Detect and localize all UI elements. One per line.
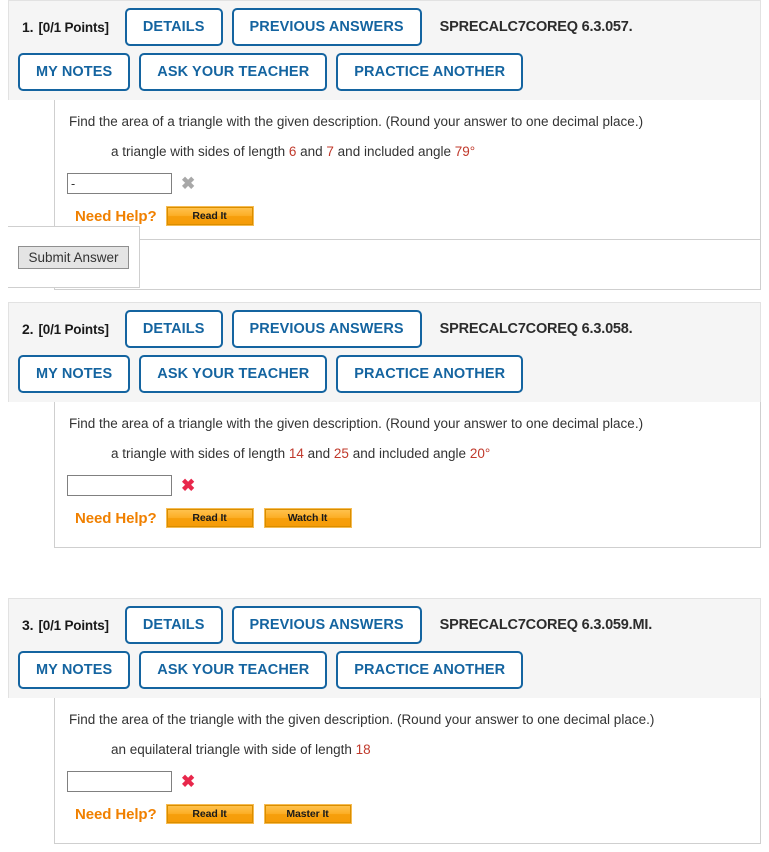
submit-box: Submit Answer — [8, 226, 140, 289]
assignment-page: 1. [0/1 Points] DETAILS PREVIOUS ANSWERS SPR… — [0, 0, 769, 845]
problem-text: an equilateral triangle with side of len… — [111, 741, 356, 757]
problem-text: a triangle with sides of length — [111, 143, 289, 159]
problem-text: and — [296, 143, 327, 159]
details-button[interactable]: DETAILS — [124, 8, 223, 46]
incorrect-x-icon: ✖ — [181, 772, 196, 792]
need-help-row: Need Help? Read It Watch It — [55, 496, 760, 529]
points-label: [0/1 Points] — [38, 321, 109, 337]
question-content: Find the area of the triangle with the g… — [54, 698, 761, 845]
problem-value: 7 — [326, 143, 334, 159]
need-help-label: Need Help? — [75, 207, 157, 225]
question-block: 2. [0/1 Points] DETAILS PREVIOUS ANSWERS SPR… — [0, 302, 769, 549]
question-code: SPRECALC7COREQ 6.3.058. — [439, 321, 633, 338]
practice-another-button[interactable]: PRACTICE ANOTHER — [336, 651, 524, 690]
answer-input[interactable] — [67, 771, 172, 793]
details-button[interactable]: DETAILS — [124, 310, 223, 349]
question-prompt: Find the area of a triangle with the giv… — [69, 416, 644, 432]
question-code: SPRECALC7COREQ 6.3.059.MI. — [439, 617, 653, 634]
question-header-row-primary: 1. [0/1 Points] DETAILS PREVIOUS ANSWERS SPR… — [9, 8, 760, 46]
practice-another-button[interactable]: PRACTICE ANOTHER — [336, 355, 524, 394]
incorrect-x-icon: ✖ — [181, 476, 196, 496]
question-sub-prompt: a triangle with sides of length 6 and 7 … — [55, 132, 760, 162]
question-number: 2. — [22, 321, 34, 338]
points-label: [0/1 Points] — [38, 19, 109, 35]
cleared-x-icon: ✖ — [181, 174, 196, 194]
answer-input[interactable] — [67, 475, 172, 497]
question-header-row-primary: 2. [0/1 Points] DETAILS PREVIOUS ANSWERS SPR… — [9, 310, 760, 349]
question-body: Find the area of the triangle with the g… — [8, 698, 761, 845]
problem-value: 79° — [454, 143, 476, 159]
question-block: 1. [0/1 Points] DETAILS PREVIOUS ANSWERS SPR… — [0, 0, 769, 291]
question-code: SPRECALC7COREQ 6.3.057. — [439, 19, 633, 35]
question-gutter — [8, 402, 54, 548]
question-prompt: Find the area of a triangle with the giv… — [69, 114, 644, 129]
ask-your-teacher-button[interactable]: ASK YOUR TEACHER — [139, 651, 328, 690]
read-it-button[interactable]: Read It — [165, 804, 254, 825]
content-bottom-padding — [55, 527, 760, 547]
answer-row: ✖ — [55, 161, 760, 195]
answer-row: ✖ — [55, 463, 760, 497]
ask-your-teacher-button[interactable]: ASK YOUR TEACHER — [139, 53, 328, 91]
question-header: 3. [0/1 Points] DETAILS PREVIOUS ANSWERS SPR… — [8, 598, 761, 699]
question-header: 2. [0/1 Points] DETAILS PREVIOUS ANSWERS SPR… — [8, 302, 761, 403]
question-header-row-secondary: MY NOTES ASK YOUR TEACHER PRACTICE ANOTHER — [9, 651, 760, 690]
previous-answers-button[interactable]: PREVIOUS ANSWERS — [231, 606, 422, 645]
previous-answers-button[interactable]: PREVIOUS ANSWERS — [231, 310, 422, 349]
question-body: Find the area of a triangle with the giv… — [8, 402, 761, 549]
problem-text: a triangle with sides of length — [111, 445, 289, 461]
question-block: 3. [0/1 Points] DETAILS PREVIOUS ANSWERS SPR… — [0, 598, 769, 845]
question-sub-prompt: an equilateral triangle with side of len… — [55, 730, 760, 760]
problem-text: and included angle — [348, 445, 470, 461]
ask-your-teacher-button[interactable]: ASK YOUR TEACHER — [139, 355, 328, 394]
problem-value: 18 — [355, 741, 371, 757]
watch-it-button[interactable]: Watch It — [263, 508, 352, 529]
question-content: Find the area of a triangle with the giv… — [54, 402, 761, 549]
question-number: 3. — [22, 617, 34, 634]
my-notes-button[interactable]: MY NOTES — [18, 651, 131, 690]
master-it-button[interactable]: Master It — [263, 804, 352, 825]
my-notes-button[interactable]: MY NOTES — [18, 53, 131, 91]
submit-answer-button[interactable]: Submit Answer — [18, 245, 129, 269]
problem-value: 20° — [469, 445, 491, 461]
question-content: Find the area of a triangle with the giv… — [8, 100, 761, 291]
answer-row: ✖ — [55, 759, 760, 793]
question-header-row-primary: 3. [0/1 Points] DETAILS PREVIOUS ANSWERS SPR… — [9, 606, 760, 645]
previous-answers-button[interactable]: PREVIOUS ANSWERS — [231, 8, 422, 46]
need-help-label: Need Help? — [75, 509, 157, 527]
question-number: 1. — [22, 19, 34, 35]
question-sub-prompt: a triangle with sides of length 14 and 2… — [55, 434, 760, 464]
need-help-row: Need Help? Read It Master It — [55, 792, 760, 825]
need-help-row: Need Help? Read It — [55, 194, 760, 227]
question-gutter — [8, 698, 54, 844]
problem-value: 25 — [333, 445, 349, 461]
problem-text: and included angle — [333, 143, 455, 159]
need-help-label: Need Help? — [75, 805, 157, 823]
submit-area: Submit Answer — [8, 226, 760, 289]
question-prompt: Find the area of the triangle with the g… — [69, 712, 655, 728]
read-it-button[interactable]: Read It — [165, 508, 254, 529]
question-gap — [0, 548, 769, 598]
content-bottom-padding — [55, 823, 760, 843]
problem-text: and — [303, 445, 334, 461]
practice-another-button[interactable]: PRACTICE ANOTHER — [336, 53, 524, 91]
question-header: 1. [0/1 Points] DETAILS PREVIOUS ANSWERS SPR… — [8, 0, 761, 100]
question-gap — [0, 290, 769, 302]
points-label: [0/1 Points] — [38, 617, 109, 633]
problem-value: 14 — [288, 445, 304, 461]
answer-input[interactable] — [67, 173, 172, 195]
question-header-row-secondary: MY NOTES ASK YOUR TEACHER PRACTICE ANOTHER — [9, 355, 760, 394]
details-button[interactable]: DETAILS — [124, 606, 223, 645]
read-it-button[interactable]: Read It — [165, 206, 254, 227]
my-notes-button[interactable]: MY NOTES — [18, 355, 131, 394]
question-header-row-secondary: MY NOTES ASK YOUR TEACHER PRACTICE ANOTHER — [9, 53, 760, 91]
question-body: Find the area of a triangle with the giv… — [8, 100, 761, 291]
